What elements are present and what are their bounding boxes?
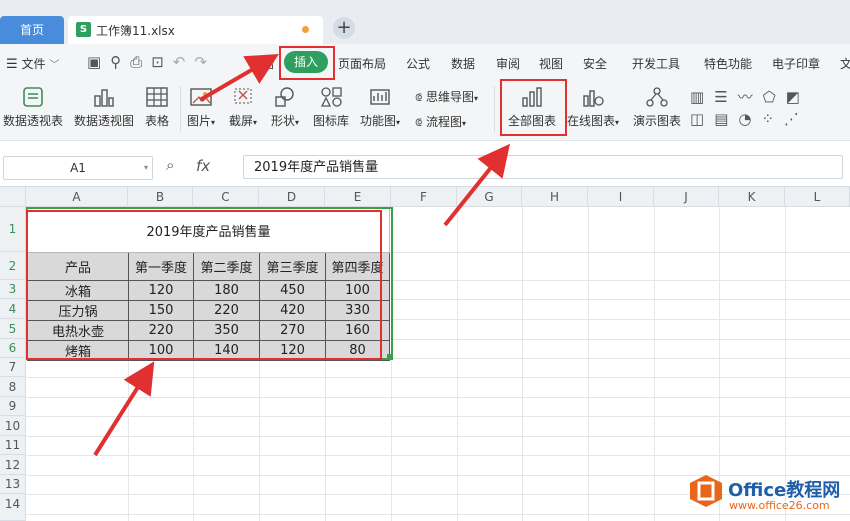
- arrow-to-insert: [198, 53, 279, 102]
- watermark-url: www.office26.com: [729, 499, 830, 512]
- arrow-to-table: [93, 361, 155, 457]
- arrow-to-all-charts: [443, 143, 510, 227]
- annotation-arrows: [93, 53, 510, 457]
- office-logo-icon: [688, 473, 724, 509]
